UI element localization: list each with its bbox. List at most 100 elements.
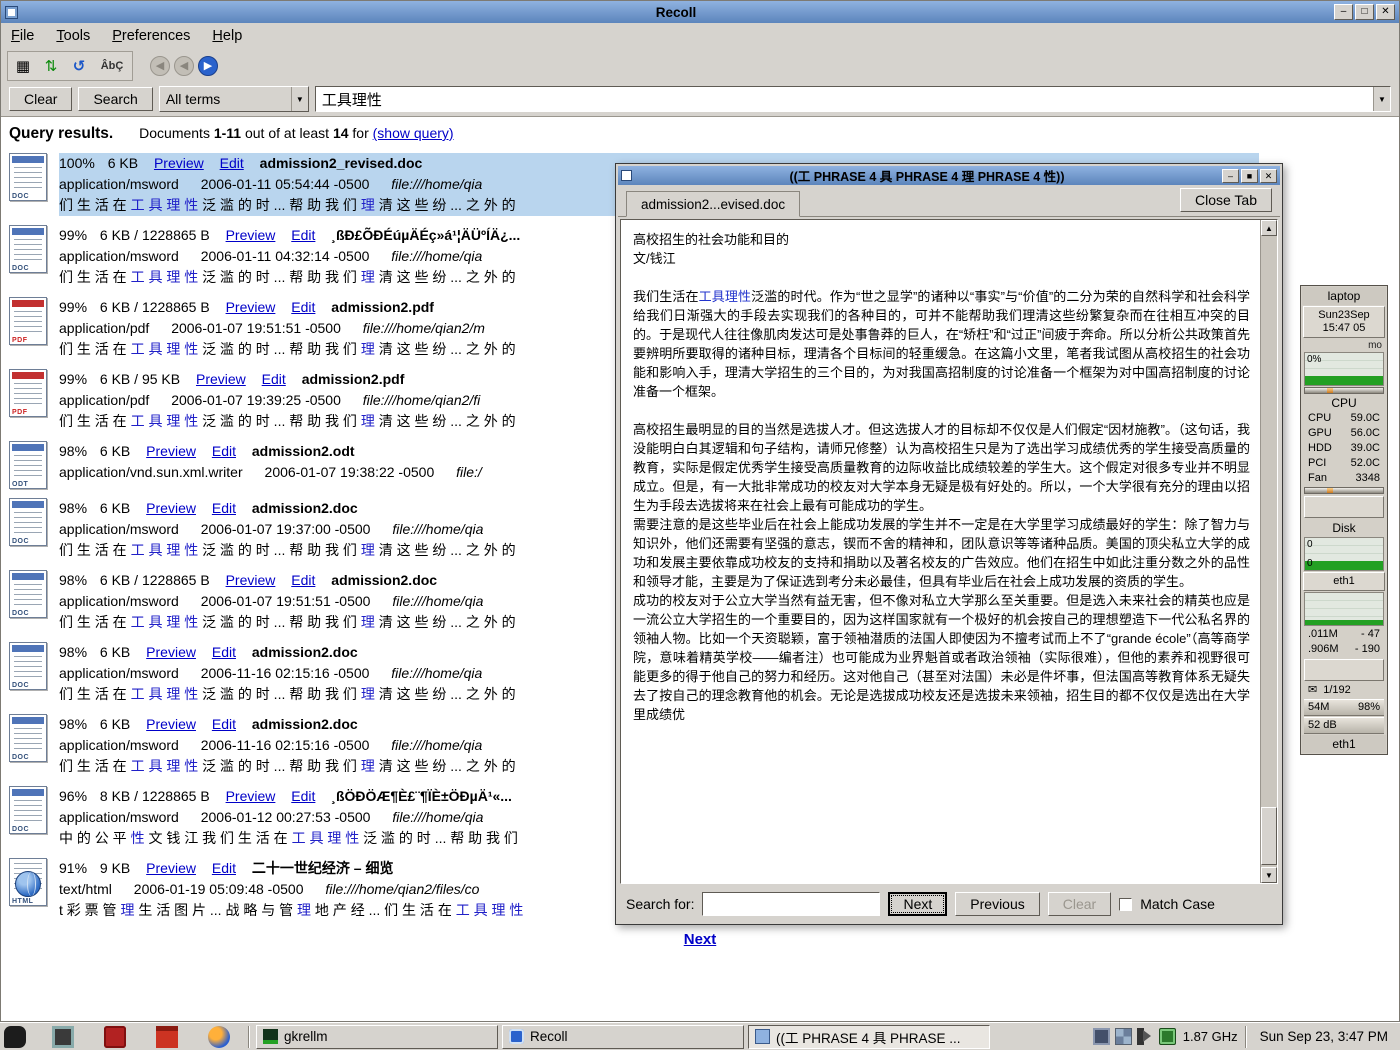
match-case-checkbox[interactable] [1119, 898, 1132, 911]
find-input[interactable] [702, 892, 880, 916]
task-label: Recoll [530, 1029, 568, 1044]
search-mode-select[interactable]: All terms ▼ [159, 86, 309, 112]
search-button[interactable]: Search [78, 87, 152, 111]
tray-icons [1093, 1028, 1176, 1045]
gk-sensor-pci: PCI52.0C [1302, 456, 1386, 471]
pdf-file-icon: PDF [9, 297, 47, 345]
query-history-chevron-icon[interactable]: ▼ [1373, 87, 1390, 111]
sort-by-date-icon[interactable]: ⇅ [38, 54, 64, 78]
match-case-label: Match Case [1140, 896, 1215, 912]
edit-link[interactable]: Edit [212, 860, 236, 876]
file-size: 6 KB / 1228865 B [100, 227, 210, 243]
preview-link[interactable]: Preview [146, 443, 196, 459]
gk-mem-pct: 98% [1358, 700, 1380, 715]
gk-time: 15:47 05 [1304, 322, 1384, 335]
menu-icon[interactable] [4, 1026, 26, 1048]
file-date: 2006-01-12 00:27:53 -0500 [201, 809, 371, 825]
scroll-down-icon[interactable]: ▼ [1261, 867, 1277, 883]
preview-link[interactable]: Preview [226, 227, 276, 243]
system-tray: 1.87 GHz Sun Sep 23, 3:47 PM [1093, 1026, 1396, 1048]
update-index-icon[interactable]: ↺ [66, 54, 92, 78]
preview-titlebar[interactable]: ((工 PHRASE 4 具 PHRASE 4 理 PHRASE 4 性)) –… [618, 166, 1280, 185]
gk-net-rx-row: .011M - 47 [1302, 627, 1386, 642]
scroll-up-icon[interactable]: ▲ [1261, 220, 1277, 236]
html-file-icon: HTML [9, 858, 47, 906]
edit-link[interactable]: Edit [291, 299, 315, 315]
preview-link[interactable]: Preview [146, 644, 196, 660]
results-header: Query results. Documents 1-11 out of at … [1, 117, 1399, 149]
volume-icon[interactable] [1137, 1028, 1154, 1045]
relevance-percent: 91% [59, 860, 87, 876]
menu-preferences[interactable]: Preferences [112, 28, 190, 44]
desktop-pager-icon[interactable] [1115, 1028, 1132, 1045]
preview-link[interactable]: Preview [146, 500, 196, 516]
preview-scrollbar[interactable]: ▲ ▼ [1260, 220, 1277, 883]
gk-disk-read-label: 0 [1307, 539, 1313, 550]
gk-mail-count: 1/192 [1323, 683, 1351, 698]
scrollbar-thumb[interactable] [1261, 807, 1277, 865]
menu-file[interactable]: File [11, 28, 34, 44]
menu-help[interactable]: Help [212, 28, 242, 44]
search-input[interactable] [316, 87, 1373, 111]
display-icon[interactable] [52, 1026, 74, 1048]
media-player-icon[interactable] [104, 1026, 126, 1048]
preview-link[interactable]: Preview [154, 155, 204, 171]
edit-link[interactable]: Edit [212, 443, 236, 459]
gk-net-tx: .906M [1308, 642, 1339, 657]
preview-paragraph: 高校招生的社会功能和目的 [633, 230, 1250, 249]
mime-type: application/msword [59, 809, 179, 825]
preview-link[interactable]: Preview [146, 716, 196, 732]
recoll-app-icon [5, 6, 18, 19]
file-size: 8 KB / 1228865 B [100, 788, 210, 804]
close-icon[interactable]: ✕ [1376, 4, 1395, 20]
edit-link[interactable]: Edit [212, 644, 236, 660]
edit-link[interactable]: Edit [212, 716, 236, 732]
next-page-icon[interactable]: ▶ [198, 56, 218, 76]
edit-link[interactable]: Edit [291, 572, 315, 588]
maximize-icon[interactable]: □ [1355, 4, 1374, 20]
find-previous-button[interactable]: Previous [955, 892, 1039, 916]
preview-link[interactable]: Preview [226, 299, 276, 315]
toolbox-icon[interactable] [156, 1026, 178, 1048]
gk-net-title: eth1 [1304, 575, 1384, 588]
battery-icon[interactable] [1159, 1028, 1176, 1045]
menu-tools[interactable]: Tools [56, 28, 90, 44]
preview-close-icon[interactable]: ✕ [1260, 169, 1277, 183]
edit-link[interactable]: Edit [291, 227, 315, 243]
show-query-link[interactable]: (show query) [373, 125, 454, 141]
file-size: 6 KB [100, 716, 130, 732]
edit-link[interactable]: Edit [291, 788, 315, 804]
edit-link[interactable]: Edit [262, 371, 286, 387]
preview-minimize-icon[interactable]: – [1222, 169, 1239, 183]
docs-total: 14 [333, 125, 349, 141]
relevance-percent: 98% [59, 443, 87, 459]
preview-link[interactable]: Preview [226, 572, 276, 588]
preview-tab[interactable]: admission2...evised.doc [626, 191, 800, 217]
minimize-icon[interactable]: – [1334, 4, 1353, 20]
edit-link[interactable]: Edit [212, 500, 236, 516]
preview-maximize-icon[interactable]: ■ [1241, 169, 1258, 183]
preview-link[interactable]: Preview [146, 860, 196, 876]
task-button[interactable]: gkrellm [256, 1025, 498, 1049]
relevance-percent: 100% [59, 155, 95, 171]
preview-link[interactable]: Preview [196, 371, 246, 387]
next-page-link[interactable]: Next [1, 931, 1399, 948]
file-url: file:///home/qia [392, 593, 483, 609]
file-url: file:///home/qia [391, 737, 482, 753]
edit-link[interactable]: Edit [220, 155, 244, 171]
recoll-titlebar[interactable]: Recoll – □ ✕ [1, 1, 1399, 23]
close-tab-button[interactable]: Close Tab [1180, 188, 1272, 212]
gk-panel-spacer [1304, 496, 1384, 518]
task-button[interactable]: Recoll [502, 1025, 744, 1049]
term-explorer-icon[interactable]: ÂbÇ [94, 54, 130, 78]
preview-tab-bar: admission2...evised.doc Close Tab [618, 185, 1280, 217]
result-title: ¸ßÖÐÖÆ¶È£¨¶ÏÈ±ÖÐµÄ¹«... [331, 788, 512, 804]
find-next-button[interactable]: Next [888, 892, 947, 916]
clear-button[interactable]: Clear [9, 87, 72, 111]
browser-icon[interactable] [208, 1026, 230, 1048]
query-detail-icon[interactable]: ▦ [10, 54, 36, 78]
preview-link[interactable]: Preview [226, 788, 276, 804]
file-type-label: PDF [12, 337, 28, 344]
keyboard-layout-icon[interactable] [1093, 1028, 1110, 1045]
task-button[interactable]: ((工 PHRASE 4 具 PHRASE ... [748, 1025, 990, 1049]
